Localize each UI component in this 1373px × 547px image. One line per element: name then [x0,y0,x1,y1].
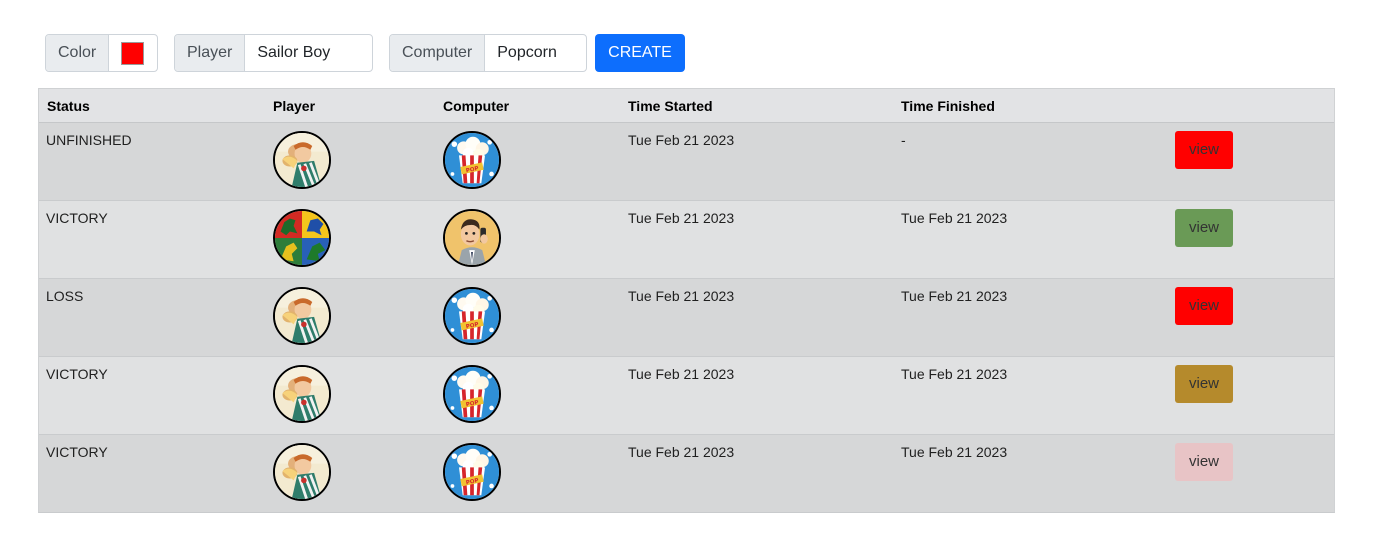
color-swatch[interactable] [121,41,145,65]
status-cell: VICTORY [46,210,108,226]
color-picker[interactable] [109,35,156,71]
games-table: Status Player Computer Time Started Time… [38,88,1335,513]
time-finished-cell: Tue Feb 21 2023 [901,210,1008,226]
player-label: Player [175,35,246,71]
view-button[interactable]: view [1175,287,1233,325]
view-button[interactable]: view [1175,209,1233,247]
time-finished-cell: Tue Feb 21 2023 [901,444,1008,460]
time-started-cell: Tue Feb 21 2023 [628,444,735,460]
sailor-boy-avatar-icon [273,131,331,189]
status-cell: VICTORY [46,444,108,460]
computer-label: Computer [390,35,486,71]
popcorn-avatar-icon: POP [443,131,501,189]
header-time-finished: Time Finished [901,98,995,114]
computer-select[interactable]: Popcorn [485,35,569,71]
time-finished-cell: Tue Feb 21 2023 [901,288,1008,304]
status-cell: VICTORY [46,366,108,382]
table-row: VICTORY Tue Feb 21 2023 Tue Feb 21 2023 vi… [39,201,1334,279]
view-button[interactable]: view [1175,131,1233,169]
sailor-boy-avatar-icon [273,443,331,501]
table-row: VICTORY POP Tue Feb 21 2023 Tue Feb 21 20… [39,357,1334,435]
time-finished-cell: Tue Feb 21 2023 [901,366,1008,382]
status-cell: LOSS [46,288,84,304]
color-label: Color [46,35,110,71]
dinosaur-quadrant-avatar-icon [273,209,331,267]
header-computer: Computer [443,98,510,114]
create-button[interactable]: CREATE [595,34,685,72]
popcorn-avatar-icon: POP [443,365,501,423]
player-select[interactable]: Sailor Boy [245,35,342,71]
table-body: UNFINISHED POP Tue Feb 21 2023- view VICTO… [39,123,1334,512]
popcorn-avatar-icon: POP [443,443,501,501]
computer-input-group: Computer Popcorn [389,34,587,72]
table-row: LOSS POP Tue Feb 21 2023 Tue Feb 21 2023 v… [39,279,1334,357]
time-started-cell: Tue Feb 21 2023 [628,366,735,382]
sailor-boy-avatar-icon [273,365,331,423]
time-started-cell: Tue Feb 21 2023 [628,132,735,148]
header-player: Player [273,98,316,114]
table-header: Status Player Computer Time Started Time… [39,88,1334,123]
time-started-cell: Tue Feb 21 2023 [628,288,735,304]
color-input-group: Color [45,34,158,72]
time-finished-cell: - [901,132,906,148]
player-input-group: Player Sailor Boy [174,34,373,72]
popcorn-avatar-icon: POP [443,287,501,345]
header-status: Status [47,98,90,114]
sailor-boy-avatar-icon [273,287,331,345]
phone-man-avatar-icon [443,209,501,267]
status-cell: UNFINISHED [46,132,132,148]
table-row: VICTORY POP Tue Feb 21 2023 Tue Feb 21 20… [39,435,1334,512]
view-button[interactable]: view [1175,443,1233,481]
view-button[interactable]: view [1175,365,1233,403]
time-started-cell: Tue Feb 21 2023 [628,210,735,226]
table-row: UNFINISHED POP Tue Feb 21 2023 - view [39,123,1334,201]
header-time-started: Time Started [628,98,713,114]
